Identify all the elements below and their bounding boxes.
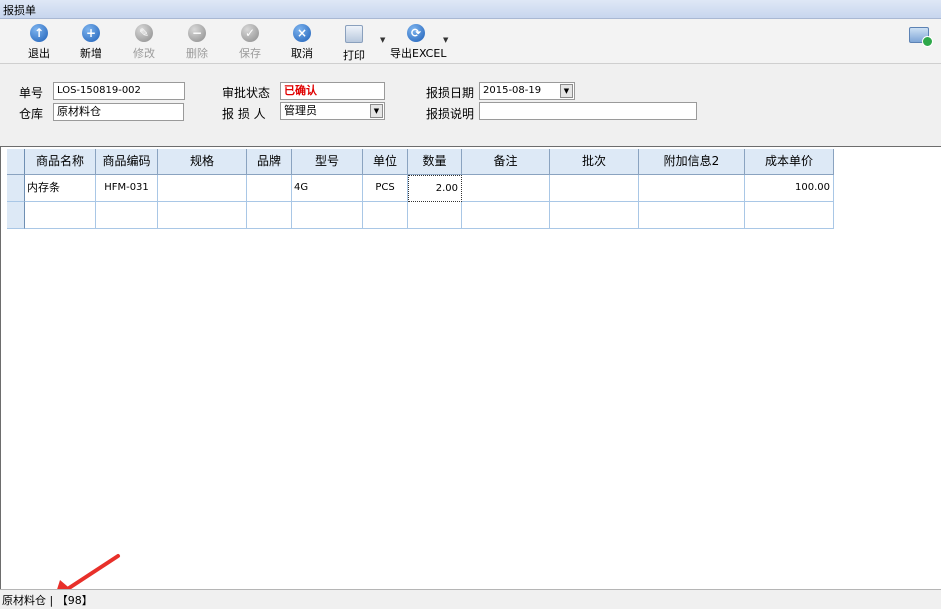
delete-button-label: 删除 bbox=[186, 47, 208, 60]
status-bar: 原材料仓 | 【98】 bbox=[0, 589, 941, 609]
order-no-field[interactable]: LOS-150819-002 bbox=[53, 82, 185, 100]
col-header-spec[interactable]: 规格 bbox=[158, 149, 247, 175]
reporter-label: 报 损 人 bbox=[222, 107, 266, 121]
order-no-label: 单号 bbox=[19, 86, 44, 100]
row-header[interactable] bbox=[7, 175, 25, 202]
date-value: 2015-08-19 bbox=[483, 85, 542, 96]
export-excel-button-label: 导出EXCEL bbox=[390, 47, 447, 60]
delete-icon: − bbox=[188, 24, 206, 42]
cell-product-code[interactable] bbox=[96, 202, 158, 229]
save-button-label: 保存 bbox=[239, 47, 261, 60]
warehouse-field[interactable]: 原材料仓 bbox=[53, 103, 184, 121]
table-row[interactable] bbox=[7, 202, 834, 229]
cell-quantity[interactable] bbox=[408, 202, 462, 229]
export-icon: ⟳ bbox=[407, 24, 425, 42]
cell-extra-info-2[interactable] bbox=[639, 175, 745, 202]
date-label: 报损日期 bbox=[426, 86, 475, 100]
approval-status-label: 审批状态 bbox=[222, 86, 271, 100]
col-header-quantity[interactable]: 数量 bbox=[408, 149, 462, 175]
col-header-extra-info-2[interactable]: 附加信息2 bbox=[639, 149, 745, 175]
add-icon: + bbox=[82, 24, 100, 42]
edit-button-label: 修改 bbox=[133, 47, 155, 60]
toolbar: ↑ 退出 + 新增 ✎ 修改 − 删除 ✓ 保存 × 取消 打印 ▼ ⟳ 导出E… bbox=[0, 19, 941, 64]
cell-brand[interactable] bbox=[247, 202, 292, 229]
approval-status-field: 已确认 bbox=[280, 82, 385, 100]
grid-corner bbox=[7, 149, 25, 175]
cell-brand[interactable] bbox=[247, 175, 292, 202]
folder-add-icon[interactable] bbox=[909, 27, 933, 47]
cell-batch[interactable] bbox=[550, 175, 639, 202]
col-header-brand[interactable]: 品牌 bbox=[247, 149, 292, 175]
reporter-select[interactable]: 管理员 ▼ bbox=[280, 102, 385, 120]
print-button-label: 打印 bbox=[343, 49, 365, 62]
window-title: 报损单 bbox=[0, 0, 941, 19]
date-dropdown-icon[interactable]: ▼ bbox=[560, 84, 573, 98]
header-form: 单号 LOS-150819-002 仓库 原材料仓 审批状态 已确认 报 损 人… bbox=[0, 64, 941, 146]
col-header-model[interactable]: 型号 bbox=[292, 149, 363, 175]
date-picker[interactable]: 2015-08-19 ▼ bbox=[479, 82, 575, 100]
exit-button-label: 退出 bbox=[28, 47, 50, 60]
cell-unit[interactable]: PCS bbox=[363, 175, 408, 202]
col-header-batch[interactable]: 批次 bbox=[550, 149, 639, 175]
col-header-remark[interactable]: 备注 bbox=[462, 149, 550, 175]
grid-header-row: 商品名称 商品编码 规格 品牌 型号 单位 数量 备注 批次 附加信息2 成本单… bbox=[7, 149, 834, 175]
save-button[interactable]: ✓ 保存 bbox=[228, 22, 272, 61]
row-header[interactable] bbox=[7, 202, 25, 229]
cell-product-name[interactable]: 内存条 bbox=[25, 175, 96, 202]
save-icon: ✓ bbox=[241, 24, 259, 42]
table-row[interactable]: 内存条 HFM-031 4G PCS 2.00 100.00 bbox=[7, 175, 834, 202]
col-header-product-code[interactable]: 商品编码 bbox=[96, 149, 158, 175]
export-excel-button[interactable]: ⟳ 导出EXCEL bbox=[390, 22, 447, 61]
warehouse-label: 仓库 bbox=[19, 107, 44, 121]
col-header-unit-cost[interactable]: 成本单价 bbox=[745, 149, 834, 175]
detail-grid: 商品名称 商品编码 规格 品牌 型号 单位 数量 备注 批次 附加信息2 成本单… bbox=[7, 149, 834, 229]
col-header-product-name[interactable]: 商品名称 bbox=[25, 149, 96, 175]
delete-button[interactable]: − 删除 bbox=[175, 22, 219, 61]
edit-icon: ✎ bbox=[135, 24, 153, 42]
add-button[interactable]: + 新增 bbox=[69, 22, 113, 61]
cell-model[interactable] bbox=[292, 202, 363, 229]
exit-icon: ↑ bbox=[30, 24, 48, 42]
cell-extra-info-2[interactable] bbox=[639, 202, 745, 229]
col-header-unit[interactable]: 单位 bbox=[363, 149, 408, 175]
exit-button[interactable]: ↑ 退出 bbox=[17, 22, 61, 61]
reporter-dropdown-icon[interactable]: ▼ bbox=[370, 104, 383, 118]
export-dropdown-arrow-icon[interactable]: ▼ bbox=[443, 36, 448, 44]
print-dropdown-arrow-icon[interactable]: ▼ bbox=[380, 36, 385, 44]
cancel-button[interactable]: × 取消 bbox=[280, 22, 324, 61]
cell-product-name[interactable] bbox=[25, 202, 96, 229]
note-field[interactable] bbox=[479, 102, 697, 120]
reporter-value: 管理员 bbox=[284, 104, 317, 117]
print-icon bbox=[345, 25, 363, 43]
cell-unit-cost[interactable]: 100.00 bbox=[745, 175, 834, 202]
cell-spec[interactable] bbox=[158, 202, 247, 229]
detail-grid-area: 商品名称 商品编码 规格 品牌 型号 单位 数量 备注 批次 附加信息2 成本单… bbox=[0, 146, 941, 589]
cell-batch[interactable] bbox=[550, 202, 639, 229]
cell-spec[interactable] bbox=[158, 175, 247, 202]
cell-remark[interactable] bbox=[462, 202, 550, 229]
add-button-label: 新增 bbox=[80, 47, 102, 60]
cell-unit-cost[interactable] bbox=[745, 202, 834, 229]
edit-button[interactable]: ✎ 修改 bbox=[122, 22, 166, 61]
note-label: 报损说明 bbox=[426, 107, 475, 121]
cell-product-code[interactable]: HFM-031 bbox=[96, 175, 158, 202]
cancel-button-label: 取消 bbox=[291, 47, 313, 60]
cell-unit[interactable] bbox=[363, 202, 408, 229]
print-button[interactable]: 打印 bbox=[332, 22, 376, 63]
cell-model[interactable]: 4G bbox=[292, 175, 363, 202]
cell-remark[interactable] bbox=[462, 175, 550, 202]
cell-quantity[interactable]: 2.00 bbox=[408, 175, 462, 202]
cancel-icon: × bbox=[293, 24, 311, 42]
